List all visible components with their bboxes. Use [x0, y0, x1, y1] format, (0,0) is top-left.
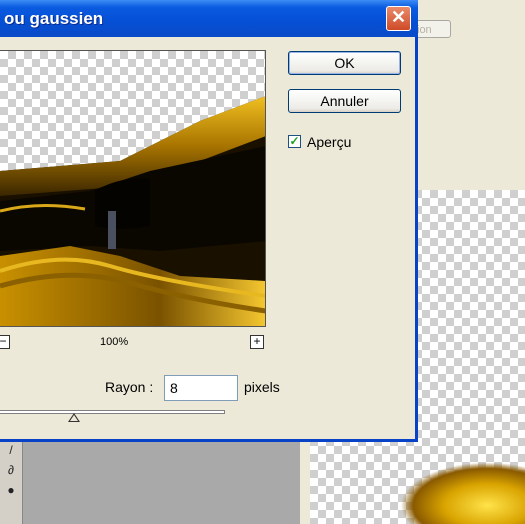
dialog-title: ou gaussien — [4, 9, 104, 28]
workspace-background — [0, 440, 308, 524]
checkmark-icon: ✓ — [289, 134, 300, 148]
preview-image — [0, 96, 265, 326]
radius-slider-track[interactable] — [0, 410, 225, 414]
close-button[interactable]: ✕ — [386, 6, 411, 31]
preview-pane[interactable] — [0, 50, 266, 327]
smudge-tool-icon[interactable]: ∂ — [0, 460, 22, 480]
background-option-button[interactable]: ion — [413, 20, 451, 38]
zoom-in-icon: + — [253, 334, 261, 348]
toolbox: / ∂ ● — [0, 440, 23, 524]
radius-input[interactable] — [164, 375, 238, 401]
slider-thumb-icon[interactable] — [68, 413, 80, 422]
zoom-out-icon: − — [0, 334, 7, 348]
brush-tool-icon[interactable]: / — [0, 440, 22, 460]
close-icon: ✕ — [390, 7, 407, 27]
zoom-out-button[interactable]: − — [0, 335, 10, 349]
preview-checkbox[interactable]: ✓ — [288, 135, 301, 148]
zoom-in-button[interactable]: + — [250, 335, 264, 349]
radius-unit-label: pixels — [244, 379, 280, 395]
preview-checkbox-label[interactable]: Aperçu — [307, 134, 351, 150]
gaussian-blur-dialog: ou gaussien ✕ − 100% + OK Annuler ✓ Aper… — [0, 0, 418, 442]
dodge-tool-icon[interactable]: ● — [0, 480, 22, 500]
background-car-image — [400, 462, 525, 524]
radius-label: Rayon : — [105, 379, 154, 395]
cancel-button[interactable]: Annuler — [288, 89, 401, 113]
zoom-level: 100% — [100, 336, 129, 348]
dialog-titlebar[interactable]: ou gaussien ✕ — [0, 0, 418, 37]
ok-button[interactable]: OK — [288, 51, 401, 75]
